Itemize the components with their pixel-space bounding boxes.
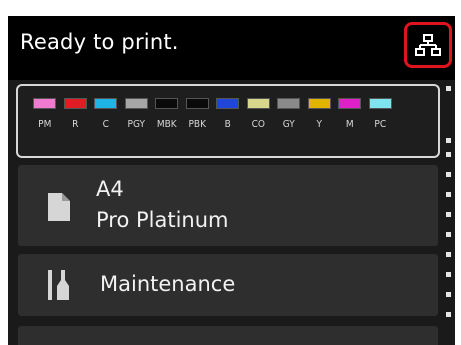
ink-label: PM [38, 119, 52, 130]
ink-label: GY [282, 119, 295, 130]
scroll-dot [446, 252, 451, 257]
ink-item: M [335, 98, 365, 130]
ink-label: PGY [127, 119, 145, 130]
scroll-dot [446, 312, 451, 317]
ink-item: PM [30, 98, 60, 130]
ink-swatch [63, 98, 87, 109]
ink-swatch [338, 98, 362, 109]
scroll-dot [446, 292, 451, 297]
ink-swatch [185, 98, 209, 109]
ink-swatch [216, 98, 240, 109]
ink-item: R [61, 98, 91, 130]
ink-swatch [246, 98, 270, 109]
status-message: Ready to print. [20, 30, 179, 54]
ink-label: PC [374, 119, 387, 130]
scroll-dot [446, 232, 451, 237]
ink-label: R [72, 119, 79, 130]
scroll-dot [446, 86, 451, 91]
ink-swatch [307, 98, 331, 109]
ink-item: GY [274, 98, 304, 130]
scroll-dot [446, 152, 451, 157]
ink-swatch [277, 98, 301, 109]
ink-item: MBK [152, 98, 182, 130]
network-icon [415, 34, 441, 56]
scroll-dot [446, 212, 451, 217]
maintenance-label: Maintenance [100, 272, 236, 296]
scroll-dot [446, 272, 451, 277]
ink-swatch [368, 98, 392, 109]
paper-sheet-icon [48, 193, 70, 221]
ink-item: B [213, 98, 243, 130]
next-menu-item[interactable] [18, 326, 438, 345]
ink-label: M [345, 119, 354, 130]
ink-swatch [33, 98, 57, 109]
scroll-dot [446, 138, 451, 143]
scroll-dot [446, 172, 451, 177]
ink-list: PM R C PGY MBK PBK B CO GY Y M PC [30, 98, 428, 130]
ink-label: PBK [188, 119, 207, 130]
ink-swatch [124, 98, 148, 109]
ink-item: CO [244, 98, 274, 130]
ink-item: PGY [122, 98, 152, 130]
status-bar: Ready to print. [8, 16, 455, 80]
ink-swatch [94, 98, 118, 109]
paper-size: A4 [96, 177, 124, 201]
ink-item: PBK [183, 98, 213, 130]
ink-label: MBK [156, 119, 177, 130]
network-status-button[interactable] [404, 22, 452, 68]
ink-item: PC [366, 98, 396, 130]
printer-touch-screen: Ready to print. PM R C PGY MBK PBK B CO GY Y M PC [8, 16, 455, 345]
maintenance-tools-icon [48, 270, 69, 300]
paper-settings-button[interactable]: A4 Pro Platinum [18, 165, 438, 246]
ink-label: C [102, 119, 109, 130]
ink-label: B [224, 119, 231, 130]
scroll-indicator[interactable] [445, 80, 453, 345]
ink-label: Y [316, 119, 323, 130]
ink-item: Y [305, 98, 335, 130]
scroll-dot [446, 192, 451, 197]
paper-type: Pro Platinum [96, 208, 229, 232]
ink-swatch [155, 98, 179, 109]
maintenance-button[interactable]: Maintenance [18, 254, 438, 316]
ink-item: C [91, 98, 121, 130]
ink-label: CO [251, 119, 265, 130]
ink-level-panel[interactable]: PM R C PGY MBK PBK B CO GY Y M PC [16, 84, 440, 158]
